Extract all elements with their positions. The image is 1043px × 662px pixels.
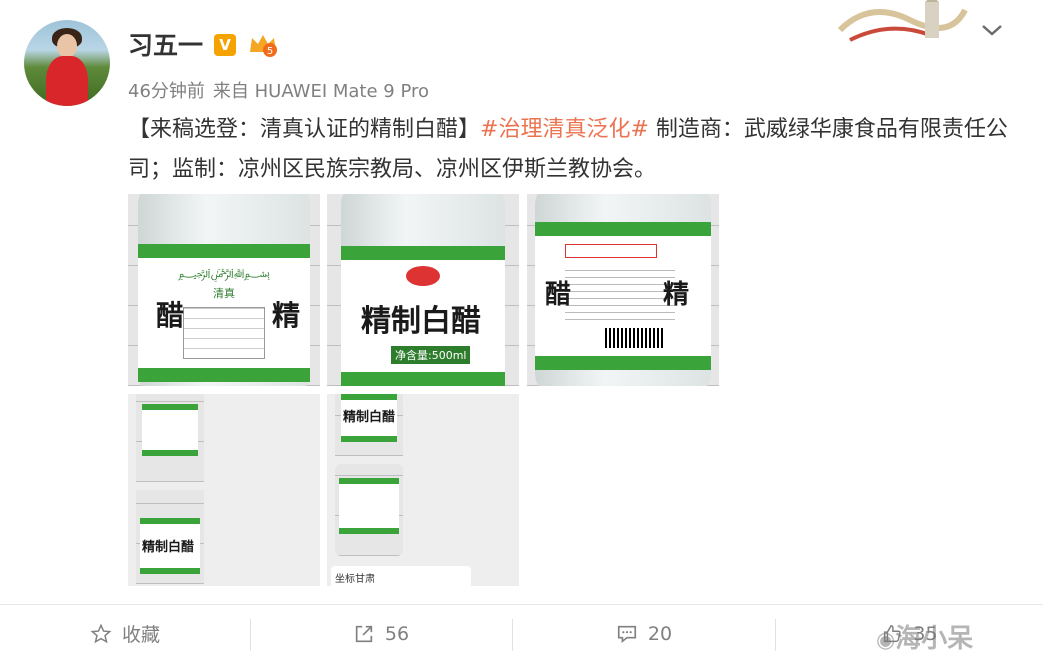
repost-button[interactable]: 56 xyxy=(251,605,511,662)
level-number: 5 xyxy=(267,46,273,57)
post-source: 来自 HUAWEI Mate 9 Pro xyxy=(212,81,430,102)
decoration-image xyxy=(830,0,970,50)
watermark-text: ◉海小呆 xyxy=(876,618,973,655)
photo-2[interactable]: 精制白醋 净含量:500ml xyxy=(327,194,519,386)
photo-3[interactable]: 醋 精 xyxy=(527,194,719,386)
comment-button[interactable]: 20 xyxy=(513,605,775,662)
photo-5-big-text: 精制白醋 xyxy=(343,410,396,425)
post-text: 【来稿选登：清真认证的精制白醋】#治理清真泛化# 制造商：武威绿华康食品有限责任… xyxy=(128,110,1008,190)
post-meta: 46分钟前 来自 HUAWEI Mate 9 Pro xyxy=(128,77,437,103)
net-content-text: 净含量:500ml xyxy=(391,346,471,364)
weibo-logo-icon: ◉ xyxy=(876,628,896,653)
photo-1[interactable]: ﷽ 清真 醋 精 xyxy=(128,194,320,386)
repost-count: 56 xyxy=(384,622,410,645)
favorite-label: 收藏 xyxy=(121,624,160,646)
comment-icon xyxy=(617,625,636,643)
avatar[interactable] xyxy=(24,20,110,106)
verified-badge-icon: V xyxy=(214,34,236,56)
post-time[interactable]: 46分钟前 xyxy=(128,81,205,102)
hashtag-link[interactable]: #治理清真泛化# xyxy=(480,117,649,142)
photo-2-big-text: 精制白醋 xyxy=(361,304,481,339)
username[interactable]: 习五一 xyxy=(128,26,203,62)
comment-count: 20 xyxy=(647,622,673,645)
share-icon xyxy=(355,625,373,642)
level-crown-icon: 5 xyxy=(248,32,278,58)
photo-1-char-left: 醋 xyxy=(156,299,185,332)
photo-4[interactable]: 精制白醋 xyxy=(128,394,320,586)
favorite-button[interactable]: 收藏 xyxy=(0,605,250,662)
chevron-down-icon[interactable] xyxy=(980,20,1004,40)
post-text-title: 【来稿选登：清真认证的精制白醋】 xyxy=(128,117,481,142)
star-icon xyxy=(90,622,112,643)
photo-3-char-right: 精 xyxy=(663,280,690,310)
photo-4-big-text: 精制白醋 xyxy=(142,540,195,555)
photo-3-char-left: 醋 xyxy=(545,280,572,310)
watermark-handle: 海小呆 xyxy=(895,624,974,654)
photo-5[interactable]: 精制白醋 坐标甘肃 xyxy=(327,394,519,586)
photo-1-char-right: 精 xyxy=(272,299,301,332)
chat-bubble-text: 坐标甘肃 xyxy=(331,566,471,586)
